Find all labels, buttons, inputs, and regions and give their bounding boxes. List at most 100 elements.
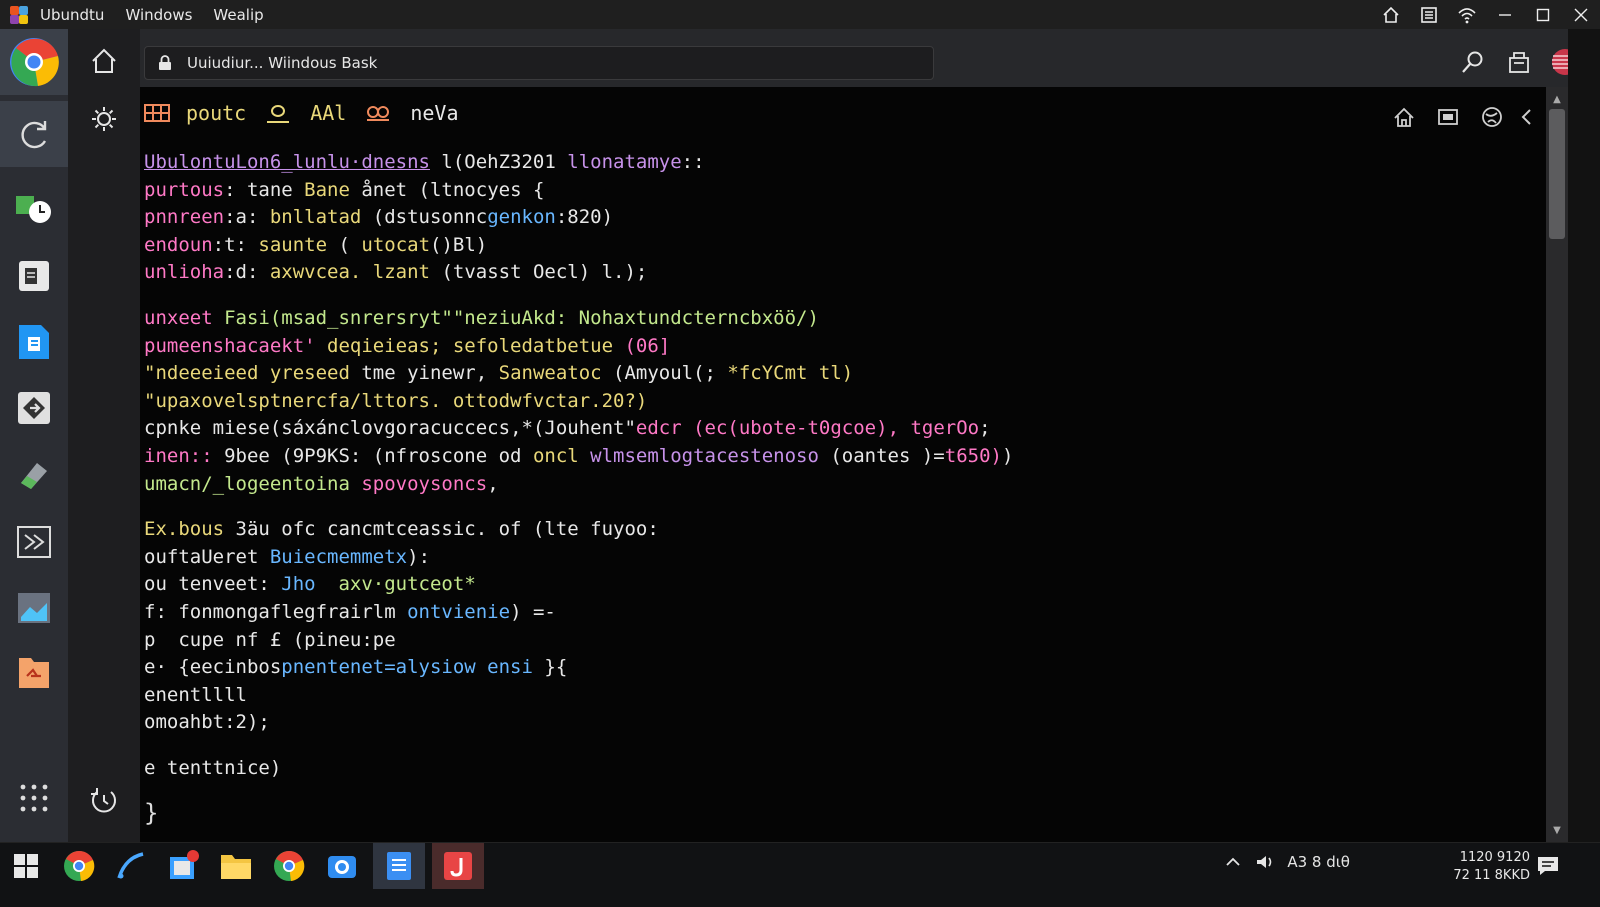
launcher-refresh[interactable] bbox=[0, 101, 68, 167]
code-line: enentllll bbox=[144, 682, 1013, 710]
terminal-scrollbar[interactable]: ▲ ▼ bbox=[1546, 87, 1568, 842]
code-line: umacn/_logeentoina spovoysoncs, bbox=[144, 471, 1013, 499]
launcher-bar bbox=[0, 29, 68, 861]
search-button[interactable] bbox=[1450, 46, 1496, 78]
clock-date: 72 11 8KKD bbox=[1453, 868, 1530, 883]
history-button[interactable] bbox=[84, 781, 124, 821]
code-token: ontvienie bbox=[407, 600, 511, 623]
file-blue-icon bbox=[19, 325, 49, 359]
address-bar[interactable]: Uuiudiur... Wiindous Bask bbox=[144, 46, 934, 80]
code-line: "ndeeeieed yreseed tme yinewr, Sanweatoc… bbox=[144, 360, 1013, 388]
right-edge bbox=[1568, 29, 1600, 861]
code-token: unxeet bbox=[144, 306, 225, 329]
code-token: deqieieas; sefoledatbetue bbox=[327, 334, 625, 357]
address-row: Uuiudiur... Wiindous Bask bbox=[140, 29, 1600, 87]
launcher-files[interactable] bbox=[0, 309, 68, 375]
camera-icon bbox=[328, 856, 356, 878]
notes-app-icon bbox=[387, 852, 411, 880]
taskbar-chrome[interactable] bbox=[55, 843, 103, 889]
home-icon[interactable] bbox=[1372, 0, 1410, 29]
scroll-thumb[interactable] bbox=[1549, 109, 1565, 239]
launcher-app-grid[interactable] bbox=[0, 765, 68, 831]
code-token: ,*(Jouhent" bbox=[510, 417, 636, 440]
tray-text[interactable]: A3 8 dιθ bbox=[1287, 853, 1350, 871]
notification-button[interactable] bbox=[1536, 855, 1560, 881]
taskbar-pen[interactable] bbox=[107, 843, 155, 889]
store-icon bbox=[170, 850, 199, 879]
closing-brace: } bbox=[144, 799, 159, 828]
code-line: Ex.bous 3äu ofc cancmtceassic. of (lte f… bbox=[144, 516, 1013, 544]
code-line: pnnreen:a: bnllatad (dstusonncgenkon:820… bbox=[144, 204, 1013, 232]
terminal-globe-button[interactable] bbox=[1470, 105, 1514, 129]
grid-menu-icon[interactable] bbox=[144, 103, 170, 123]
menu-item-wealip[interactable]: Wealip bbox=[213, 6, 263, 24]
scroll-down-icon[interactable]: ▼ bbox=[1546, 822, 1568, 838]
code-token: }{ bbox=[532, 656, 568, 679]
taskbar-store[interactable] bbox=[159, 843, 207, 889]
code-token: tme yinewr, bbox=[361, 362, 499, 385]
gear-icon bbox=[92, 107, 116, 131]
chrome-icon bbox=[274, 851, 305, 881]
chevron-up-icon[interactable] bbox=[1225, 855, 1241, 869]
code-token: e· {eecinbos bbox=[144, 656, 282, 679]
taskbar-folder[interactable] bbox=[212, 843, 260, 889]
pen-icon bbox=[117, 852, 144, 879]
windows-logo-icon bbox=[14, 854, 38, 878]
taskbar-java[interactable] bbox=[432, 843, 484, 889]
speaker-icon[interactable] bbox=[1255, 853, 1275, 871]
scroll-up-icon[interactable]: ▲ bbox=[1546, 91, 1568, 107]
code-token: , bbox=[487, 472, 499, 495]
taskbar-camera[interactable] bbox=[318, 843, 366, 889]
taskbar-chrome-2[interactable] bbox=[265, 843, 313, 889]
toolbar-label-neva[interactable]: neVa bbox=[410, 101, 458, 125]
terminal-arrow-icon bbox=[17, 526, 51, 558]
code-line: omoahbt:2); bbox=[144, 709, 1013, 737]
launcher-git[interactable] bbox=[0, 375, 68, 441]
code-token: "ndeeeieed yreseed bbox=[144, 362, 362, 385]
code-line: unxeet Fasi(msad_snrersryt""neziuAkd: No… bbox=[144, 305, 1013, 333]
chrome-icon bbox=[64, 851, 95, 881]
terminal-window[interactable]: poutc AAl neVa UbulontuLon6_lunlu·dnesns… bbox=[140, 87, 1546, 842]
launcher-eraser[interactable] bbox=[0, 441, 68, 507]
taskbar: A3 8 dιθ 1120 9120 72 11 8KKD bbox=[0, 842, 1600, 907]
launcher-archive[interactable] bbox=[0, 639, 68, 705]
code-token: ouftaUeret bbox=[144, 545, 270, 568]
maximize-button[interactable] bbox=[1524, 0, 1562, 29]
settings-button[interactable] bbox=[84, 99, 124, 139]
code-token: ; bbox=[979, 417, 991, 440]
launcher-clock-app[interactable] bbox=[0, 177, 68, 243]
code-line: UbulontuLon6_lunlu·dnesns l(OehZ3201 llo… bbox=[144, 149, 1013, 177]
link-icon[interactable] bbox=[366, 104, 390, 122]
terminal-home-button[interactable] bbox=[1382, 105, 1426, 129]
code-token: edcr (ec(ubote-t0gcoe), bbox=[635, 417, 911, 440]
menu-item-windows[interactable]: Windows bbox=[125, 6, 192, 24]
tabs-button[interactable] bbox=[1496, 46, 1542, 78]
close-button[interactable] bbox=[1562, 0, 1600, 29]
notes-icon[interactable] bbox=[1410, 0, 1448, 29]
address-text: Uuiudiur... Wiindous Bask bbox=[187, 54, 378, 72]
terminal-window-button[interactable] bbox=[1426, 105, 1470, 129]
code-line: p cupe nf £ (pineu:pe bbox=[144, 627, 1013, 655]
underline-circle-icon[interactable] bbox=[266, 102, 290, 124]
code-token: "upaxovelsptnercfa/lttors. bbox=[144, 389, 453, 412]
toolbar-label-aal[interactable]: AAl bbox=[310, 101, 346, 125]
wifi-icon[interactable] bbox=[1448, 0, 1486, 29]
toolbar-label-poutc[interactable]: poutc bbox=[186, 101, 246, 125]
title-bar: Ubundtu Windows Wealip bbox=[0, 0, 1600, 29]
home-button[interactable] bbox=[84, 41, 124, 81]
menu-item-ubundtu[interactable]: Ubundtu bbox=[40, 6, 104, 24]
launcher-terminal[interactable] bbox=[0, 509, 68, 575]
code-line: unlioha:d: axwvcea. lzant (tvasst Oecl) … bbox=[144, 259, 1013, 287]
code-token: Jho bbox=[281, 573, 339, 596]
minimize-button[interactable] bbox=[1486, 0, 1524, 29]
taskbar-notes[interactable] bbox=[373, 843, 425, 889]
code-token: tgerOo bbox=[910, 417, 980, 440]
start-button[interactable] bbox=[2, 843, 50, 889]
globe-icon bbox=[1482, 107, 1502, 127]
launcher-document[interactable] bbox=[0, 243, 68, 309]
terminal-back-button[interactable] bbox=[1514, 105, 1538, 129]
system-clock[interactable]: 1120 9120 72 11 8KKD bbox=[1453, 849, 1530, 885]
launcher-image-viewer[interactable] bbox=[0, 575, 68, 641]
code-token: f: fonmongaflegfrairlm bbox=[144, 600, 408, 623]
launcher-chrome[interactable] bbox=[0, 29, 68, 95]
